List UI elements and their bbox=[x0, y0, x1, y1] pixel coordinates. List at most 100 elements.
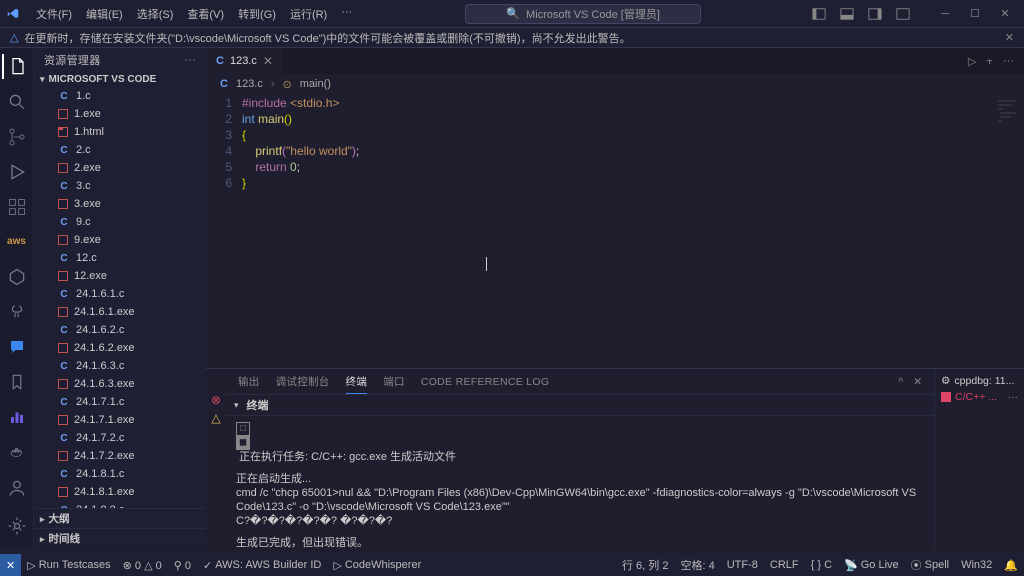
file-name: 12.c bbox=[76, 252, 97, 264]
debug-console-icon[interactable] bbox=[3, 264, 31, 289]
cursor-position[interactable]: 行 6, 列 2 bbox=[616, 557, 674, 573]
layout-panel-icon[interactable] bbox=[836, 4, 858, 24]
layout-customize-icon[interactable] bbox=[892, 4, 914, 24]
account-icon[interactable] bbox=[3, 474, 31, 502]
file-item[interactable]: C24.1.6.1.c bbox=[34, 285, 206, 303]
search-icon[interactable] bbox=[3, 89, 31, 114]
code-editor[interactable]: 123456 #include <stdio.h> int main() { p… bbox=[206, 94, 1024, 368]
settings-icon[interactable] bbox=[3, 512, 31, 540]
panel-tab[interactable]: 调试控制台 bbox=[276, 374, 330, 389]
file-item[interactable]: 24.1.6.3.exe bbox=[34, 375, 206, 393]
more-icon[interactable]: ··· bbox=[1008, 391, 1019, 403]
file-item[interactable]: C3.c bbox=[34, 177, 206, 195]
c-file-icon: C bbox=[58, 468, 70, 480]
docker-icon[interactable] bbox=[3, 439, 31, 464]
bookmark-icon[interactable] bbox=[3, 369, 31, 394]
panel-tab[interactable]: 输出 bbox=[238, 374, 260, 389]
file-item[interactable]: 24.1.7.2.exe bbox=[34, 447, 206, 465]
tab-close-icon[interactable]: ✕ bbox=[263, 54, 273, 68]
remote-indicator[interactable]: ✕ bbox=[0, 554, 21, 576]
terminal-side-item[interactable]: C/C++ ...··· bbox=[941, 389, 1018, 405]
outline-section[interactable]: 大纲 bbox=[34, 508, 206, 528]
menu-item[interactable]: 查看(V) bbox=[181, 4, 230, 24]
file-item[interactable]: C2.c bbox=[34, 141, 206, 159]
encoding[interactable]: UTF-8 bbox=[721, 557, 764, 573]
panel-maximize-icon[interactable]: ^ bbox=[898, 376, 903, 388]
file-item[interactable]: 2.exe bbox=[34, 159, 206, 177]
platform[interactable]: Win32 bbox=[955, 557, 998, 573]
codewhisperer-status[interactable]: ▷ CodeWhisperer bbox=[327, 559, 427, 572]
file-item[interactable]: 24.1.6.1.exe bbox=[34, 303, 206, 321]
menu-item[interactable]: ··· bbox=[335, 4, 358, 24]
run-button-icon[interactable]: ▷ bbox=[968, 55, 976, 68]
terminal-output[interactable]: □ ◼ 正在执行任务: C/C++: gcc.exe 生成活动文件 正在启动生成… bbox=[226, 416, 934, 548]
file-item[interactable]: C1.c bbox=[34, 87, 206, 105]
warning-close-button[interactable]: ✕ bbox=[1001, 31, 1018, 44]
file-item[interactable]: 24.1.6.2.exe bbox=[34, 339, 206, 357]
minimize-button[interactable]: ─ bbox=[930, 3, 960, 25]
file-item[interactable]: C24.1.8.1.c bbox=[34, 465, 206, 483]
file-item[interactable]: C9.c bbox=[34, 213, 206, 231]
go-live[interactable]: 📡 Go Live bbox=[838, 557, 905, 573]
file-item[interactable]: 9.exe bbox=[34, 231, 206, 249]
exe-file-icon bbox=[58, 343, 68, 353]
github-icon[interactable] bbox=[3, 299, 31, 324]
split-editor-icon[interactable]: ⫟ bbox=[986, 55, 993, 68]
exe-file-icon bbox=[58, 109, 68, 119]
extensions-icon[interactable] bbox=[3, 194, 31, 219]
file-item[interactable]: C24.1.7.1.c bbox=[34, 393, 206, 411]
file-item[interactable]: C24.1.7.2.c bbox=[34, 429, 206, 447]
spell-check[interactable]: ⦿ Spell bbox=[905, 557, 955, 573]
file-item[interactable]: C24.1.6.2.c bbox=[34, 321, 206, 339]
menu-item[interactable]: 编辑(E) bbox=[80, 4, 129, 24]
run-testcases-button[interactable]: ▷ Run Testcases bbox=[21, 559, 116, 572]
file-item[interactable]: 1.exe bbox=[34, 105, 206, 123]
menu-item[interactable]: 运行(R) bbox=[284, 4, 333, 24]
menu-item[interactable]: 转到(G) bbox=[232, 4, 282, 24]
file-item[interactable]: C12.c bbox=[34, 249, 206, 267]
panel-close-icon[interactable]: ✕ bbox=[913, 376, 922, 388]
file-item[interactable]: 24.1.7.1.exe bbox=[34, 411, 206, 429]
menu-item[interactable]: 文件(F) bbox=[30, 4, 78, 24]
layout-primary-side-icon[interactable] bbox=[808, 4, 830, 24]
minimap[interactable] bbox=[996, 98, 1020, 132]
file-item[interactable]: 1.html bbox=[34, 123, 206, 141]
file-item[interactable]: 12.exe bbox=[34, 267, 206, 285]
breadcrumb[interactable]: C 123.c› ⊙ main() bbox=[206, 74, 1024, 94]
explorer-icon[interactable] bbox=[2, 54, 30, 79]
chevron-right-icon bbox=[40, 533, 45, 545]
more-actions-icon[interactable]: ··· bbox=[1003, 55, 1014, 67]
terminal-side-item[interactable]: ⚙cppdbg: 11... bbox=[941, 373, 1018, 389]
language-mode[interactable]: { } C bbox=[805, 557, 838, 573]
menu-item[interactable]: 选择(S) bbox=[131, 4, 180, 24]
file-item[interactable]: C24.1.8.2.c bbox=[34, 501, 206, 508]
file-name: 9.c bbox=[76, 216, 91, 228]
problems-indicator[interactable]: ⊗ 0 △ 0 bbox=[117, 559, 168, 572]
comment-icon[interactable] bbox=[3, 334, 31, 359]
panel-tab[interactable]: CODE REFERENCE LOG bbox=[421, 376, 550, 388]
file-item[interactable]: 3.exe bbox=[34, 195, 206, 213]
file-item[interactable]: C24.1.6.3.c bbox=[34, 357, 206, 375]
source-control-icon[interactable] bbox=[3, 124, 31, 149]
editor-tab[interactable]: C 123.c ✕ bbox=[206, 48, 284, 74]
indentation[interactable]: 空格: 4 bbox=[674, 557, 720, 573]
aws-status[interactable]: ✓ AWS: AWS Builder ID bbox=[197, 559, 327, 572]
sidebar-more-icon[interactable]: ··· bbox=[184, 54, 196, 66]
timeline-section[interactable]: 时间线 bbox=[34, 528, 206, 548]
ports-indicator[interactable]: ⚲ 0 bbox=[168, 559, 197, 572]
terminal-label: 终端 bbox=[247, 397, 269, 413]
panel-tab[interactable]: 端口 bbox=[383, 374, 405, 389]
workspace-folder[interactable]: MICROSOFT VS CODE bbox=[34, 72, 206, 87]
aws-icon[interactable]: aws bbox=[3, 229, 31, 254]
file-name: 24.1.6.3.c bbox=[76, 360, 124, 372]
eol[interactable]: CRLF bbox=[764, 557, 805, 573]
maximize-button[interactable]: ☐ bbox=[960, 3, 990, 25]
close-button[interactable]: ✕ bbox=[990, 3, 1020, 25]
file-item[interactable]: 24.1.8.1.exe bbox=[34, 483, 206, 501]
layout-secondary-side-icon[interactable] bbox=[864, 4, 886, 24]
chart-icon[interactable] bbox=[3, 404, 31, 429]
command-center[interactable]: 🔍 Microsoft VS Code [管理员] bbox=[465, 4, 701, 24]
notifications[interactable]: 🔔 bbox=[998, 557, 1024, 573]
run-debug-icon[interactable] bbox=[3, 159, 31, 184]
panel-tab[interactable]: 终端 bbox=[346, 374, 368, 394]
